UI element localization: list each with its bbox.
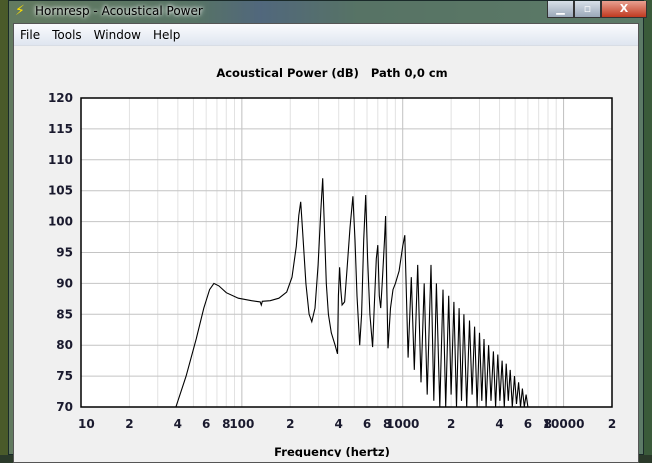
x-tick-label: 6 (363, 417, 371, 431)
x-axis-label: Frequency (hertz) (274, 445, 390, 457)
y-tick-label: 120 (48, 91, 73, 105)
x-tick-label: 10 (78, 417, 95, 431)
x-tick-label: 100 (229, 417, 254, 431)
acoustical-power-chart: Acoustical Power (dB) Path 0,0 cm 120 115… (48, 66, 616, 457)
y-tick-label: 90 (56, 276, 73, 290)
x-tick-label: 2 (125, 417, 133, 431)
y-tick-label: 95 (56, 246, 73, 260)
x-tick-label: 4 (174, 417, 182, 431)
y-tick-label: 75 (56, 369, 73, 383)
x-tick-label: 2 (286, 417, 294, 431)
client-area: File Tools Window Help Acoustical Power … (13, 23, 639, 463)
x-tick-label: 6 (524, 417, 532, 431)
y-tick-label: 80 (56, 338, 73, 352)
y-tick-label: 110 (48, 153, 73, 167)
x-tick-label: 2 (447, 417, 455, 431)
y-tick-label: 70 (56, 400, 73, 414)
x-tick-label: 4 (335, 417, 343, 431)
y-tick-label: 115 (48, 122, 73, 136)
y-tick-label: 85 (56, 307, 73, 321)
y-tick-label: 100 (48, 215, 73, 229)
x-tick-label: 2 (608, 417, 616, 431)
app-window: ⚡ Hornresp - Acoustical Power ▁ ▫ X File… (8, 0, 647, 463)
x-tick-label: 10000 (543, 417, 585, 431)
y-tick-label: 105 (48, 184, 73, 198)
chart-title: Acoustical Power (dB) Path 0,0 cm (216, 66, 447, 80)
x-tick-label: 4 (495, 417, 503, 431)
x-tick-label: 6 (202, 417, 210, 431)
x-tick-label: 1000 (386, 417, 419, 431)
